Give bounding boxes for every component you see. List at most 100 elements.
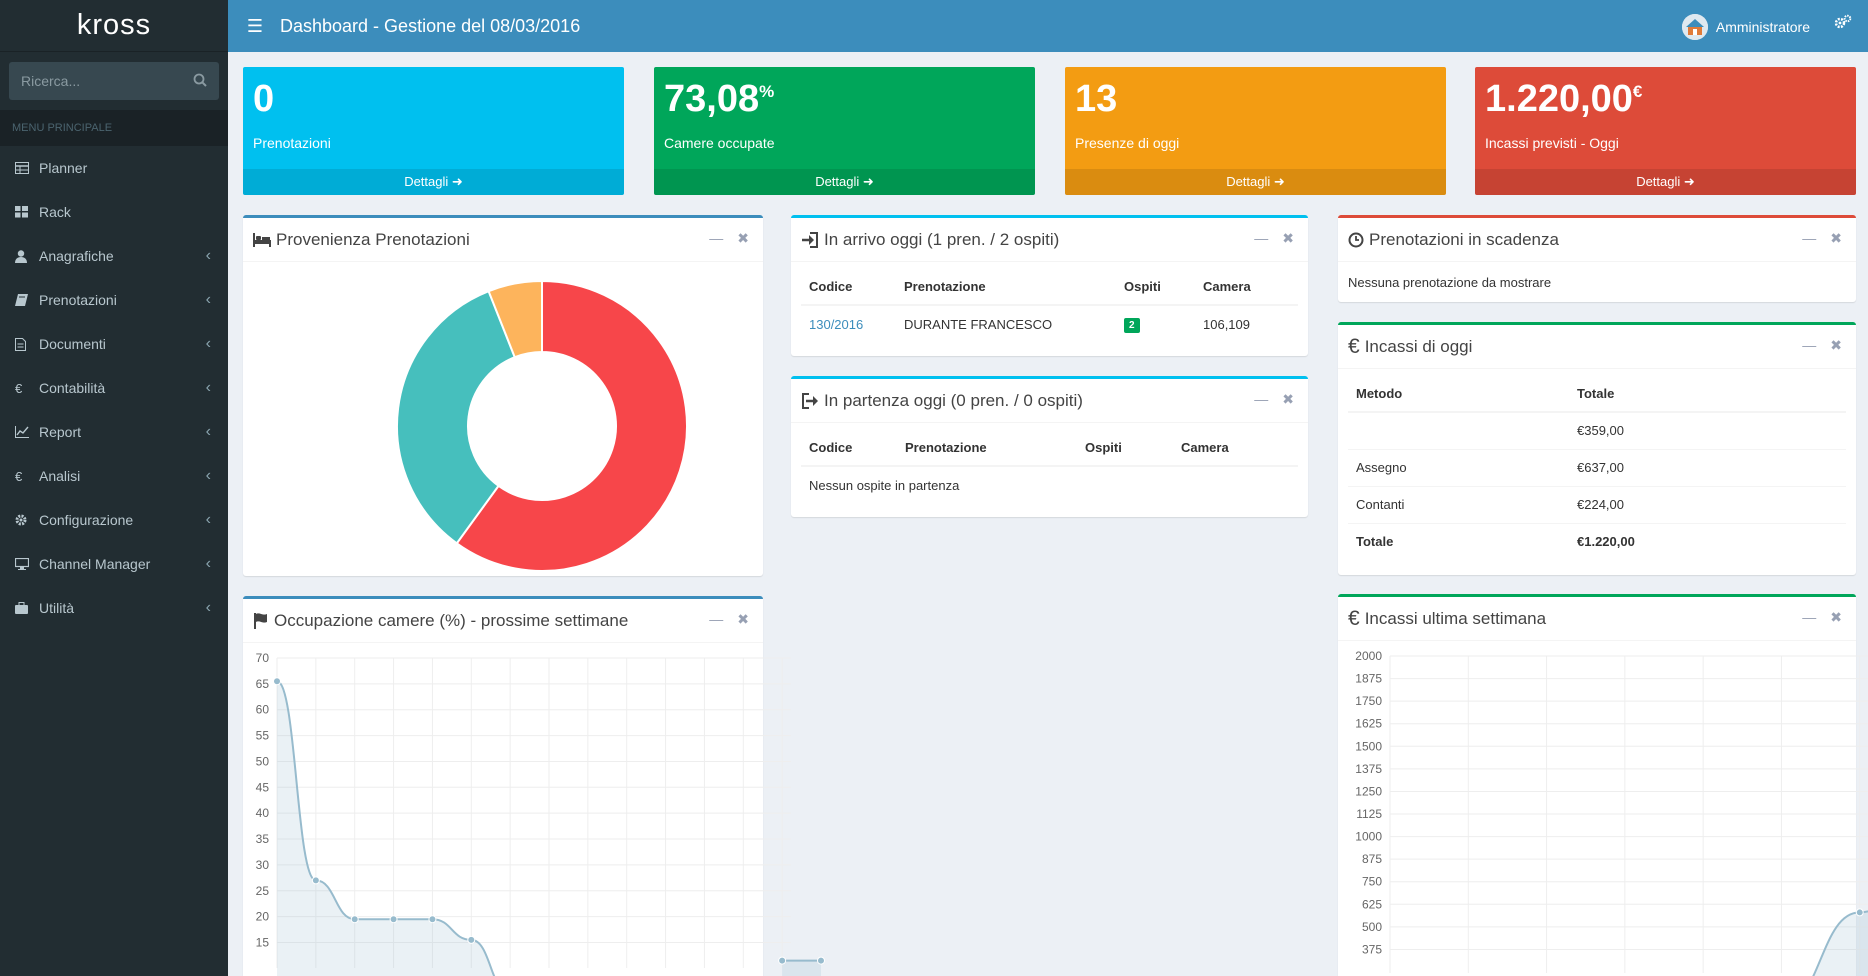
column-header: Prenotazione (905, 429, 1085, 467)
close-icon[interactable]: ✖ (1282, 391, 1294, 408)
data-point (778, 956, 787, 965)
chevron-left-icon: ‹ (205, 599, 211, 616)
collapse-icon[interactable]: — (1802, 230, 1816, 247)
chevron-left-icon: ‹ (205, 335, 211, 352)
collapse-icon[interactable]: — (1802, 609, 1816, 626)
clock-icon (1348, 232, 1364, 248)
close-icon[interactable]: ✖ (1282, 230, 1294, 247)
data-point (311, 876, 320, 885)
y-tick-label: 65 (256, 677, 270, 691)
euro-icon: € (1348, 334, 1360, 358)
close-icon[interactable]: ✖ (737, 230, 749, 247)
box-header: In partenza oggi (0 pren. / 0 ospiti) — ✖ (791, 379, 1308, 423)
collapse-icon[interactable]: — (1802, 337, 1816, 354)
payment-method: Contanti (1348, 485, 1577, 523)
collapse-icon[interactable]: — (709, 230, 723, 247)
file-icon (15, 337, 39, 351)
sidebar-item-contabilit-[interactable]: € Contabilità ‹ (0, 366, 228, 410)
data-point (428, 915, 437, 924)
sidebar-item-label: Channel Manager (39, 556, 151, 572)
collapse-icon[interactable]: — (1254, 230, 1268, 247)
box-title: Incassi ultima settimana (1364, 608, 1547, 628)
column-header: Codice (801, 429, 905, 467)
y-tick-label: 1000 (1355, 830, 1382, 844)
sidebar-item-configurazione[interactable]: Configurazione ‹ (0, 498, 228, 542)
search-input[interactable]: Ricerca... (21, 73, 80, 89)
data-point (467, 935, 476, 944)
data-point (350, 915, 359, 924)
chevron-left-icon: ‹ (205, 291, 211, 308)
close-icon[interactable]: ✖ (1830, 230, 1842, 247)
y-tick-label: 25 (256, 884, 270, 898)
sidebar-item-channel-manager[interactable]: Channel Manager ‹ (0, 542, 228, 586)
euro-icon: € (15, 468, 23, 484)
close-icon[interactable]: ✖ (1830, 337, 1842, 354)
search-icon[interactable] (193, 73, 207, 90)
y-tick-label: 20 (256, 910, 270, 924)
y-tick-label: 500 (1362, 920, 1382, 934)
collapse-icon[interactable]: — (1254, 391, 1268, 408)
provenienza-box: Provenienza Prenotazioni — ✖ (243, 215, 763, 576)
y-tick-label: 750 (1362, 875, 1382, 889)
details-link[interactable]: Dettagli ➜ (1475, 169, 1856, 195)
box-header: In arrivo oggi (1 pren. / 2 ospiti) — ✖ (791, 218, 1308, 262)
details-link[interactable]: Dettagli ➜ (243, 169, 624, 195)
line-area (782, 960, 821, 976)
euro-icon: € (15, 380, 23, 396)
box-header: Provenienza Prenotazioni — ✖ (243, 218, 763, 262)
close-icon[interactable]: ✖ (1830, 609, 1842, 626)
occupazione-line-chart: 70 65 60 55 50 45 40 35 30 25 20 15 (256, 651, 825, 976)
sidebar-item-prenotazioni[interactable]: Prenotazioni ‹ (0, 278, 228, 322)
stat-value: 13 (1075, 78, 1118, 120)
chevron-left-icon: ‹ (205, 247, 211, 264)
sidebar-item-anagrafiche[interactable]: Anagrafiche ‹ (0, 234, 228, 278)
chevron-left-icon: ‹ (205, 555, 211, 572)
booking-link[interactable]: 130/2016 (809, 317, 863, 332)
details-link[interactable]: Dettagli ➜ (1065, 169, 1446, 195)
sidebar-item-report[interactable]: Report ‹ (0, 410, 228, 454)
sidebar-item-rack[interactable]: Rack (0, 190, 228, 234)
column-header: Metodo (1348, 375, 1577, 413)
search-box[interactable]: Ricerca... (9, 62, 219, 100)
chevron-left-icon: ‹ (205, 379, 211, 396)
close-icon[interactable]: ✖ (737, 611, 749, 628)
sidebar-item-label: Documenti (39, 336, 106, 352)
stat-box: 0 Prenotazioni Dettagli ➜ (243, 67, 624, 195)
details-link[interactable]: Dettagli ➜ (654, 169, 1035, 195)
avatar[interactable] (1681, 14, 1708, 40)
payment-total: €359,00 (1577, 411, 1846, 449)
menu-toggle-icon[interactable]: ☰ (234, 16, 276, 37)
sidebar-item-utilit-[interactable]: Utilità ‹ (0, 586, 228, 630)
y-tick-label: 1250 (1355, 784, 1382, 798)
total-value: €1.220,00 (1577, 522, 1846, 560)
scadenza-box: Prenotazioni in scadenza — ✖ Nessuna pren… (1338, 215, 1856, 302)
sidebar-item-analisi[interactable]: € Analisi ‹ (0, 454, 228, 498)
stat-label: Presenze di oggi (1075, 135, 1180, 151)
partenze-table: Codice Prenotazione Ospiti Camera Nessun… (801, 429, 1298, 503)
sidebar-item-planner[interactable]: Planner (0, 146, 228, 190)
menu-header: MENU PRINCIPALE (0, 110, 228, 146)
flag-icon (253, 612, 269, 629)
column-header: Totale (1577, 375, 1846, 413)
sidebar-item-label: Utilità (39, 600, 75, 616)
y-tick-label: 375 (1362, 942, 1382, 956)
briefcase-icon (15, 602, 39, 614)
sidebar-item-label: Anagrafiche (39, 248, 114, 264)
table-row: Assegno €637,00 (1348, 448, 1846, 486)
arrow-circle-right-icon: ➜ (1273, 174, 1285, 189)
y-tick-label: 55 (256, 729, 270, 743)
sidebar-item-documenti[interactable]: Documenti ‹ (0, 322, 228, 366)
column-header: Codice (801, 268, 904, 306)
table-row: €359,00 (1348, 411, 1846, 449)
box-header: Prenotazioni in scadenza — ✖ (1338, 218, 1856, 262)
chevron-left-icon: ‹ (205, 511, 211, 528)
user-menu[interactable]: Amministratore (1681, 14, 1810, 40)
settings-gears-icon[interactable] (1834, 14, 1852, 35)
app-logo[interactable]: kross (0, 0, 228, 52)
line-chart-icon (15, 426, 39, 438)
stat-box: 13 Presenze di oggi Dettagli ➜ (1065, 67, 1446, 195)
table-icon (15, 162, 39, 174)
y-tick-label: 35 (256, 832, 270, 846)
collapse-icon[interactable]: — (709, 611, 723, 628)
user-name[interactable]: Amministratore (1716, 19, 1810, 35)
